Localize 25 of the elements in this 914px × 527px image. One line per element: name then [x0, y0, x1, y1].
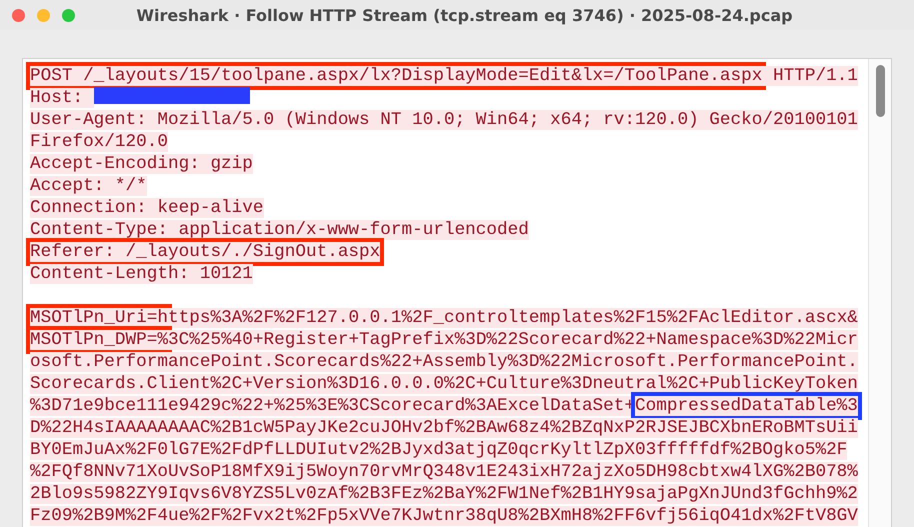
maximize-button[interactable] [62, 8, 75, 22]
stream-text: 2Blo9s5982ZY9Iqvs6V8YZS5Lv0zAf%2B3FEz%2BaY%2FW1Nef%2B1HY9sajaPgXnJUnd3fGchh9%2 [30, 484, 858, 504]
stream-text: Scorecards.Client%2C+Version%3D16.0.0.0%2C+Culture%3Dneutral%2C+PublicKeyToken [30, 374, 858, 394]
scrollbar-thumb[interactable] [876, 65, 884, 117]
stream-text: osoft.PerformancePoint.Scorecards%22+Assembly%3D%22Microsoft.PerformancePoint. [30, 352, 858, 372]
stream-text: Accept: */* [30, 176, 147, 196]
stream-text: Content-Type: application/x-www-form-urlencoded [30, 220, 529, 240]
stream-text: D%22H4sIAAAAAAAAC%2B1cW5PayJKe2cuJOHv2bf%2BAw68z4%2BZqNxP2RJSEJBCXbnERoBMTsUii [30, 418, 858, 438]
stream-text: Fz09%2B9M%2F4ue%2F%2Fvx2t%2Fp5xVVe7KJwtnr38qU8%2BXmH8%2FF6vfj56iqO41dx%2FtV8GV [30, 506, 858, 526]
stream-text: Host: [30, 88, 94, 108]
stream-text: Accept-Encoding: gzip [30, 154, 253, 174]
stream-text: User-Agent: Mozilla/5.0 (Windows NT 10.0; Win64; x64; rv:120.0) Gecko/20100101 [30, 110, 858, 130]
minimize-button[interactable] [37, 8, 50, 22]
highlighted-text: CompressedDataTable%3 [631, 392, 862, 420]
window-title: Wireshark · Follow HTTP Stream (tcp.stream eq 3746) · 2025-08-24.pcap [135, 6, 794, 24]
stream-text: Firefox/120.0 [30, 132, 168, 152]
close-button[interactable] [12, 8, 25, 22]
stream-text: ttps%3A%2F%2F127.0.0.1%2F_controltemplates%2F15%2FAclEditor.ascx& [168, 308, 858, 328]
stream-text: HTTP/1.1 [762, 66, 858, 86]
stream-text: BY0EmJuAx%2F0lG7E%2FdPfLLDUIutv2%2BJyxd3atjqZ0qcrKyltlZpX03fffffdf%2BOgko5%2F [30, 440, 848, 460]
stream-text: Connection: keep-alive [30, 198, 264, 218]
stream-text: Content-Length: 10121 [30, 264, 253, 284]
highlighted-text: Referer: /_layouts/./SignOut.aspx [26, 238, 384, 266]
highlighted-text: POST /_layouts/15/toolpane.aspx/lx?DisplayMode=Edit&lx=/ToolPane.aspx [26, 62, 766, 90]
stream-text: %2FQf8NNv71XoUvSoP18MfX9ij5Woyn70rvMrQ348v1E243ixH72ajzXo5DH98cbtxw4lXG%2B078% [30, 462, 858, 482]
